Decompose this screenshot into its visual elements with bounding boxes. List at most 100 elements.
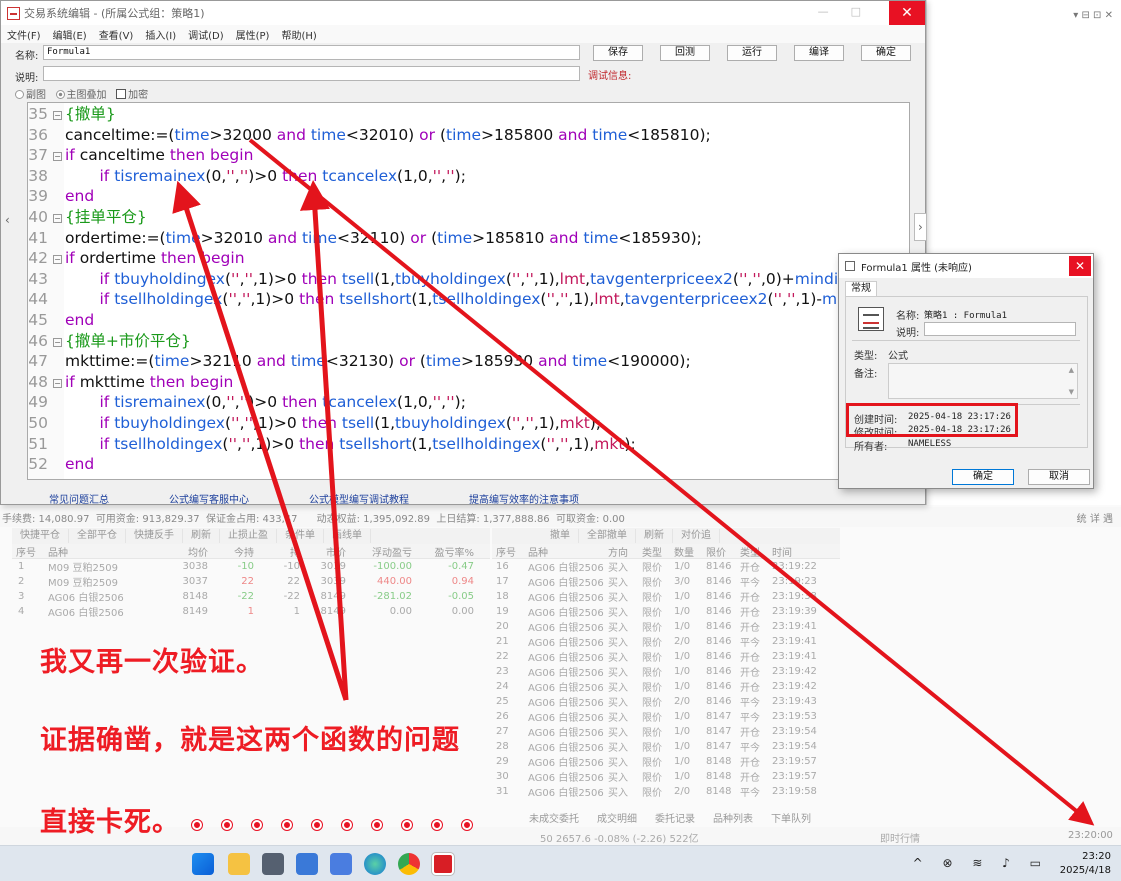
quick-reverse-button[interactable]: 快捷反手 xyxy=(126,529,183,543)
refresh-button[interactable]: 刷新 xyxy=(183,529,220,543)
col-direction[interactable]: 方向 xyxy=(608,544,642,559)
table-row[interactable]: 19 AG06 白银2506 买入 限价 1/0 8146 开仓 23:19:39 xyxy=(492,604,840,619)
dialog-desc-input[interactable] xyxy=(924,322,1076,336)
tab-unfilled[interactable]: 未成交委托 xyxy=(520,810,588,826)
fold-icon[interactable]: − xyxy=(53,152,62,162)
tab-order-log[interactable]: 委托记录 xyxy=(646,810,704,826)
cancel-order-button[interactable]: 撤单 xyxy=(542,529,579,543)
table-row[interactable]: 21 AG06 白银2506 买入 限价 2/0 8146 平今 23:19:41 xyxy=(492,634,840,649)
system-tray-icons[interactable]: ^ ⊗ ≋ ♪ ▭ xyxy=(913,856,1049,870)
dialog-ok-button[interactable]: 确定 xyxy=(952,469,1014,485)
table-row[interactable]: 17 AG06 白银2506 买入 限价 3/0 8146 平今 23:19:23 xyxy=(492,574,840,589)
scroll-up-icon[interactable]: ▲ xyxy=(1069,366,1074,374)
table-row[interactable]: 30 AG06 白银2506 买入 限价 1/0 8148 开仓 23:19:57 xyxy=(492,769,840,784)
name-input[interactable]: Formula1 xyxy=(43,45,580,60)
efficiency-link[interactable]: 提高编写效率的注意事项 xyxy=(469,491,579,506)
col-offset-type[interactable]: 类型 xyxy=(740,544,772,559)
close-all-button[interactable]: 全部平仓 xyxy=(69,529,126,543)
chase-price-button[interactable]: 对价追 xyxy=(673,529,720,543)
table-row[interactable]: 25 AG06 白银2506 买入 限价 2/0 8146 平今 23:19:43 xyxy=(492,694,840,709)
system-clock[interactable]: 23:20 2025/4/18 xyxy=(1060,850,1111,878)
desc-input[interactable] xyxy=(43,66,580,81)
menu-file[interactable]: 文件(F) xyxy=(7,27,41,42)
calculator-icon[interactable] xyxy=(262,853,284,875)
table-row[interactable]: 26 AG06 白银2506 买入 限价 1/0 8147 平今 23:19:53 xyxy=(492,709,840,724)
col-limit[interactable]: 限价 xyxy=(706,544,740,559)
col-order-index[interactable]: 序号 xyxy=(492,544,528,559)
dialog-close-icon[interactable]: ✕ xyxy=(1069,256,1091,276)
save-button[interactable]: 保存 xyxy=(593,45,643,61)
subchart-radio[interactable] xyxy=(15,90,24,99)
trading-app-icon[interactable] xyxy=(432,853,454,875)
col-avg-price[interactable]: 均价 xyxy=(158,544,208,559)
table-row[interactable]: 31 AG06 白银2506 买入 限价 2/0 8148 平今 23:19:58 xyxy=(492,784,840,799)
table-row[interactable]: 1 M09 豆粕2509 3038 -10 -10 3039 -100.00 -0.47 xyxy=(12,559,490,574)
table-row[interactable]: 28 AG06 白银2506 买入 限价 1/0 8147 平今 23:19:54 xyxy=(492,739,840,754)
table-row[interactable]: 23 AG06 白银2506 买入 限价 1/0 8146 开仓 23:19:42 xyxy=(492,664,840,679)
dialog-cancel-button[interactable]: 取消 xyxy=(1028,469,1090,485)
col-time[interactable]: 时间 xyxy=(772,544,820,559)
cancel-all-button[interactable]: 全部撤单 xyxy=(579,529,636,543)
tab-symbols[interactable]: 品种列表 xyxy=(704,810,762,826)
dialog-titlebar[interactable]: Formula1 属性 (未响应) xyxy=(839,254,1093,278)
col-order-symbol[interactable]: 品种 xyxy=(528,544,608,559)
tab-order-queue[interactable]: 下单队列 xyxy=(762,810,820,826)
table-row[interactable]: 4 AG06 白银2506 8149 1 1 8149 0.00 0.00 xyxy=(12,604,490,619)
notepad-icon[interactable] xyxy=(296,853,318,875)
edge-icon[interactable] xyxy=(364,853,386,875)
note-textarea[interactable]: ▲ ▼ xyxy=(888,363,1078,399)
table-row[interactable]: 2 M09 豆粕2509 3037 22 22 3039 440.00 0.94 xyxy=(12,574,490,589)
menu-debug[interactable]: 调试(D) xyxy=(188,27,224,42)
menu-properties[interactable]: 属性(P) xyxy=(236,27,270,42)
tutorial-link[interactable]: 公式模型编写调试教程 xyxy=(309,491,409,506)
fold-icon[interactable]: − xyxy=(53,378,62,388)
confirm-button[interactable]: 确定 xyxy=(861,45,911,61)
table-row[interactable]: 22 AG06 白银2506 买入 限价 1/0 8146 开仓 23:19:41 xyxy=(492,649,840,664)
editor-titlebar[interactable]: 交易系统编辑 - (所属公式组：策略1) xyxy=(1,1,925,25)
col-pnl-rate[interactable]: 盈亏率% xyxy=(412,544,474,559)
quick-close-button[interactable]: 快捷平仓 xyxy=(12,529,69,543)
scroll-down-icon[interactable]: ▼ xyxy=(1069,388,1074,396)
table-row[interactable]: 16 AG06 白银2506 买入 限价 1/0 8146 开仓 23:19:22 xyxy=(492,559,840,574)
table-row[interactable]: 29 AG06 白银2506 买入 限价 1/0 8148 开仓 23:19:57 xyxy=(492,754,840,769)
col-hold[interactable]: 持 xyxy=(254,544,300,559)
encrypt-checkbox[interactable] xyxy=(116,89,127,99)
app-icon[interactable] xyxy=(330,853,352,875)
support-link[interactable]: 公式编写客服中心 xyxy=(169,491,249,506)
col-index[interactable]: 序号 xyxy=(12,544,48,559)
table-row[interactable]: 27 AG06 白银2506 买入 限价 1/0 8147 开仓 23:19:54 xyxy=(492,724,840,739)
account-tools[interactable]: 统 详 遇 xyxy=(1077,510,1113,525)
col-symbol[interactable]: 品种 xyxy=(48,544,158,559)
col-market-price[interactable]: 市价 xyxy=(300,544,346,559)
fold-icon[interactable]: − xyxy=(53,255,62,265)
faq-link[interactable]: 常见问题汇总 xyxy=(49,491,109,506)
overlay-radio[interactable] xyxy=(55,90,65,99)
fold-icon[interactable]: − xyxy=(53,213,62,223)
right-panel-tools[interactable]: ▾ ⊟ ⊡ ✕ xyxy=(1073,10,1113,21)
chrome-icon[interactable] xyxy=(398,853,420,875)
backtest-button[interactable]: 回测 xyxy=(660,45,710,61)
scroll-left-icon[interactable]: ‹ xyxy=(5,213,10,227)
table-row[interactable]: 18 AG06 白银2506 买入 限价 1/0 8146 开仓 23:19:38 xyxy=(492,589,840,604)
code-editor[interactable]: 35− {撤单} 36 canceltime:=(time>32000 and ti… xyxy=(27,102,910,480)
col-type[interactable]: 类型 xyxy=(642,544,674,559)
menu-view[interactable]: 查看(V) xyxy=(99,27,134,42)
fold-icon[interactable]: − xyxy=(53,111,62,120)
table-row[interactable]: 20 AG06 白银2506 买入 限价 1/0 8146 开仓 23:19:41 xyxy=(492,619,840,634)
orders-refresh-button[interactable]: 刷新 xyxy=(636,529,673,543)
menu-edit[interactable]: 编辑(E) xyxy=(53,27,87,42)
window-controls[interactable]: —□ xyxy=(818,5,883,18)
tab-general[interactable]: 常规 xyxy=(845,281,877,296)
compile-button[interactable]: 编译 xyxy=(794,45,844,61)
menu-help[interactable]: 帮助(H) xyxy=(281,27,316,42)
line-order-button[interactable]: 画线单 xyxy=(324,529,371,543)
table-row[interactable]: 24 AG06 白银2506 买入 限价 1/0 8146 开仓 23:19:42 xyxy=(492,679,840,694)
close-icon[interactable]: ✕ xyxy=(889,1,925,25)
run-button[interactable]: 运行 xyxy=(727,45,777,61)
scroll-right-icon[interactable]: › xyxy=(914,213,927,241)
windows-start-icon[interactable] xyxy=(192,853,214,875)
conditional-order-button[interactable]: 条件单 xyxy=(277,529,324,543)
stop-loss-button[interactable]: 止损止盈 xyxy=(220,529,277,543)
table-row[interactable]: 3 AG06 白银2506 8148 -22 -22 8149 -281.02 -0.05 xyxy=(12,589,490,604)
file-explorer-icon[interactable] xyxy=(228,853,250,875)
